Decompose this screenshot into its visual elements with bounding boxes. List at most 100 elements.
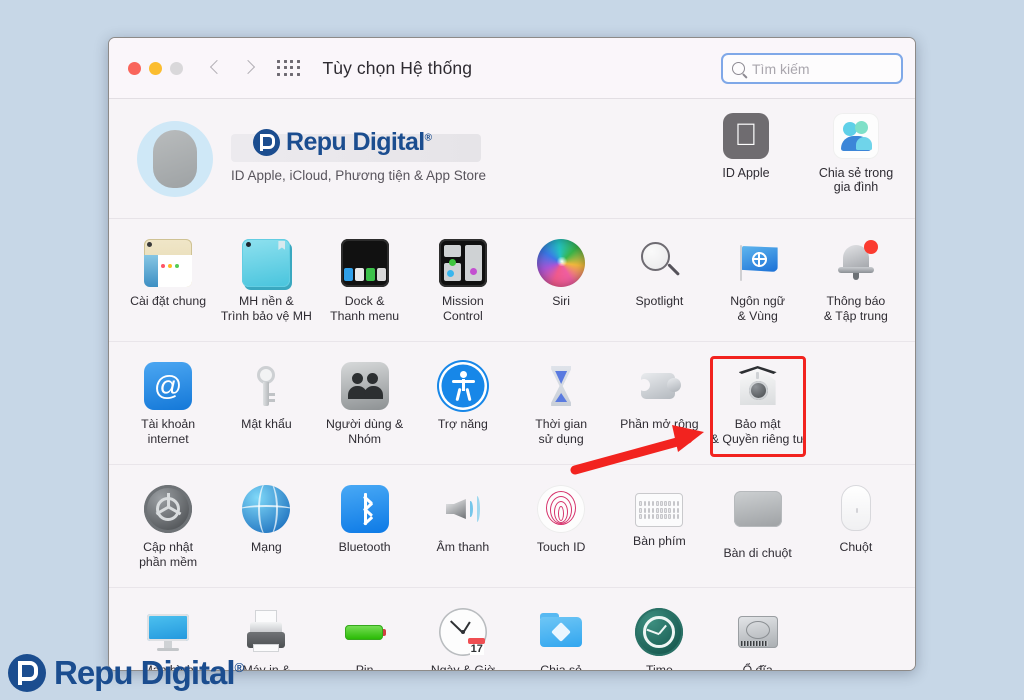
pref-o-dia-khoi-dong[interactable]: Ổ đĩa Khởi động bbox=[709, 602, 807, 671]
pref-label: Bluetooth bbox=[318, 540, 412, 555]
pref-label: Time Machine bbox=[612, 663, 706, 671]
preference-row: Cài đặt chung MH nền & Trình bảo vệ MH D… bbox=[109, 233, 915, 335]
spotlight-icon bbox=[635, 239, 683, 287]
sound-speaker-icon bbox=[439, 485, 487, 533]
tile-family-sharing[interactable]: Chia sẻ trong gia đình bbox=[813, 113, 899, 194]
pref-phan-mo-rong[interactable]: Phần mở rộng bbox=[610, 356, 708, 458]
pref-mat-khau[interactable]: Mật khẩu bbox=[217, 356, 315, 458]
siri-icon bbox=[537, 239, 585, 287]
preference-group-accounts: @ Tài khoản internet Mật khẩu bbox=[109, 341, 915, 464]
time-machine-icon bbox=[635, 608, 683, 656]
watermark-text: Repu Digital® bbox=[286, 128, 431, 157]
pref-mh-nen[interactable]: MH nền & Trình bảo vệ MH bbox=[217, 233, 315, 335]
pref-label: Mật khẩu bbox=[219, 417, 313, 432]
pref-chuot[interactable]: Chuột bbox=[807, 479, 905, 581]
notifications-focus-icon bbox=[832, 239, 880, 287]
pref-touch-id[interactable]: Touch ID bbox=[512, 479, 610, 581]
pref-bao-mat-quyen-rieng-tu[interactable]: Bảo mật & Quyền riêng tư bbox=[709, 356, 807, 458]
repu-logo-mark-icon bbox=[253, 129, 280, 156]
pref-mission-control[interactable]: Mission Control bbox=[414, 233, 512, 335]
startup-disk-icon bbox=[734, 608, 782, 656]
pref-ban-di-chuot[interactable]: Bàn di chuột bbox=[709, 479, 807, 581]
pref-label: Bảo mật & Quyền riêng tư bbox=[711, 417, 805, 446]
search-icon bbox=[732, 62, 745, 75]
sharing-folder-icon bbox=[537, 608, 585, 656]
accessibility-icon bbox=[439, 362, 487, 410]
pref-label: Chia sẻ bbox=[514, 663, 608, 671]
account-info: Repu Digital ID Apple, iCloud, Phương ti… bbox=[231, 134, 486, 183]
users-groups-icon bbox=[341, 362, 389, 410]
pref-label: Pin bbox=[318, 663, 412, 671]
preferences-pane: Cài đặt chung MH nền & Trình bảo vệ MH D… bbox=[109, 219, 915, 671]
pref-am-thanh[interactable]: Âm thanh bbox=[414, 479, 512, 581]
pref-cai-dat-chung[interactable]: Cài đặt chung bbox=[119, 233, 217, 335]
extensions-puzzle-icon bbox=[635, 362, 683, 410]
preference-row: @ Tài khoản internet Mật khẩu bbox=[109, 356, 915, 458]
pref-mang[interactable]: Mạng bbox=[217, 479, 315, 581]
apple-id-account-row[interactable]: Repu Digital ID Apple, iCloud, Phương ti… bbox=[109, 99, 915, 219]
zoom-button-icon[interactable] bbox=[170, 62, 183, 75]
pref-label: Ngày & Giờ bbox=[416, 663, 510, 671]
page-title: Tùy chọn Hệ thống bbox=[323, 58, 473, 79]
brand-watermark-text: Repu Digital® bbox=[54, 654, 243, 692]
pref-label: Bàn di chuột bbox=[711, 546, 805, 561]
desktop-screensaver-icon bbox=[242, 239, 290, 287]
search-field[interactable] bbox=[721, 53, 903, 84]
pref-label: Ngôn ngữ & Vùng bbox=[711, 294, 805, 323]
keyboard-icon bbox=[635, 493, 683, 527]
pref-time-machine[interactable]: Time Machine bbox=[610, 602, 708, 671]
forward-chevron-icon[interactable] bbox=[242, 59, 253, 77]
pref-label: Touch ID bbox=[514, 540, 608, 555]
pref-tro-nang[interactable]: Trợ năng bbox=[414, 356, 512, 458]
network-globe-icon bbox=[242, 485, 290, 533]
pref-cap-nhat-phan-mem[interactable]: Cập nhật phần mềm bbox=[119, 479, 217, 581]
touch-id-fingerprint-icon bbox=[537, 485, 585, 533]
pref-ngon-ngu[interactable]: Ngôn ngữ & Vùng bbox=[709, 233, 807, 335]
pref-thong-bao[interactable]: Thông báo & Tập trung bbox=[807, 233, 905, 335]
pref-siri[interactable]: Siri bbox=[512, 233, 610, 335]
repu-logo-mark-icon bbox=[8, 654, 46, 692]
security-privacy-house-icon bbox=[734, 362, 782, 410]
search-input[interactable] bbox=[752, 61, 887, 77]
displays-icon bbox=[144, 608, 192, 656]
tile-apple-id[interactable]:  ID Apple bbox=[703, 113, 789, 194]
navigation-buttons bbox=[211, 59, 253, 77]
pref-nguoi-dung-nhom[interactable]: Người dùng & Nhóm bbox=[316, 356, 414, 458]
pref-pin[interactable]: Pin bbox=[316, 602, 414, 671]
avatar[interactable] bbox=[137, 121, 213, 197]
pref-bluetooth[interactable]: Bluetooth bbox=[316, 479, 414, 581]
general-settings-icon bbox=[144, 239, 192, 287]
battery-icon bbox=[341, 608, 389, 656]
pref-label: Dock & Thanh menu bbox=[318, 294, 412, 323]
pref-label: Spotlight bbox=[612, 294, 706, 309]
pref-empty-slot bbox=[807, 602, 905, 671]
pref-chia-se[interactable]: Chia sẻ bbox=[512, 602, 610, 671]
pref-label: Thời gian sử dụng bbox=[514, 417, 608, 446]
close-button-icon[interactable] bbox=[128, 62, 141, 75]
back-chevron-icon[interactable] bbox=[211, 59, 222, 77]
internet-accounts-icon: @ bbox=[144, 362, 192, 410]
pref-ban-phim[interactable]: Bàn phím bbox=[610, 479, 708, 581]
show-all-grid-icon[interactable] bbox=[277, 60, 301, 77]
brand-watermark: Repu Digital® bbox=[8, 654, 243, 692]
language-region-icon bbox=[734, 239, 782, 287]
pref-tai-khoan-internet[interactable]: @ Tài khoản internet bbox=[119, 356, 217, 458]
pref-ngay-gio[interactable]: 17 Ngày & Giờ bbox=[414, 602, 512, 671]
dock-menubar-icon bbox=[341, 239, 389, 287]
pref-thoi-gian-su-dung[interactable]: Thời gian sử dụng bbox=[512, 356, 610, 458]
pref-empty-slot bbox=[807, 356, 905, 458]
calendar-day-number: 17 bbox=[470, 644, 484, 655]
pref-dock[interactable]: Dock & Thanh menu bbox=[316, 233, 414, 335]
pref-spotlight[interactable]: Spotlight bbox=[610, 233, 708, 335]
pref-label: Trợ năng bbox=[416, 417, 510, 432]
pref-label: Cài đặt chung bbox=[121, 294, 215, 309]
tile-label: Chia sẻ trong gia đình bbox=[813, 166, 899, 194]
minimize-button-icon[interactable] bbox=[149, 62, 162, 75]
family-sharing-icon bbox=[833, 113, 879, 159]
preference-group-hardware: Cập nhật phần mềm Mạng bbox=[109, 464, 915, 587]
bluetooth-icon bbox=[341, 485, 389, 533]
apple-logo-icon:  bbox=[723, 113, 769, 159]
trackpad-icon bbox=[734, 491, 782, 539]
preference-row: Cập nhật phần mềm Mạng bbox=[109, 479, 915, 581]
avatar-silhouette-icon bbox=[153, 130, 197, 188]
